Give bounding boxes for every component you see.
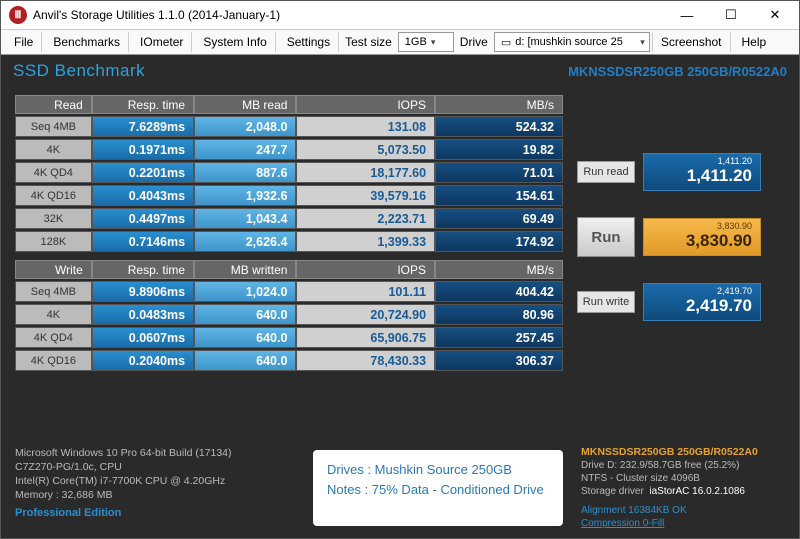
app-icon: Ⅲ: [9, 6, 27, 24]
read-table: Read Resp. time MB read IOPS MB/s Seq 4M…: [15, 93, 563, 254]
menu-screenshot[interactable]: Screenshot: [652, 32, 731, 52]
content: Read Resp. time MB read IOPS MB/s Seq 4M…: [1, 87, 799, 438]
table-row: 4K QD160.2040ms640.078,430.33306.37: [15, 350, 563, 371]
close-button[interactable]: ✕: [753, 2, 797, 28]
table-row: 4K0.0483ms640.020,724.9080.96: [15, 304, 563, 325]
write-score-big: 2,419.70: [652, 296, 752, 316]
disk-icon: ▭: [501, 36, 511, 49]
run-write-button[interactable]: Run write: [577, 291, 635, 313]
notes-text: Notes : 75% Data - Conditioned Drive: [327, 480, 549, 500]
menu-iometer[interactable]: IOmeter: [131, 32, 192, 52]
col-resp: Resp. time: [92, 260, 194, 279]
tables: Read Resp. time MB read IOPS MB/s Seq 4M…: [15, 93, 563, 373]
test-size-value: 1GB: [405, 36, 427, 48]
col-read: Read: [15, 95, 92, 114]
table-row: 4K0.1971ms247.75,073.5019.82: [15, 139, 563, 160]
drive-info: MKNSSDSR250GB 250GB/R0522A0 Drive D: 232…: [581, 446, 789, 530]
col-resp: Resp. time: [92, 95, 194, 114]
titlebar: Ⅲ Anvil's Storage Utilities 1.1.0 (2014-…: [1, 1, 799, 29]
mb-line: C7Z270-PG/1.0c, CPU: [15, 460, 295, 474]
drive-model: MKNSSDSR250GB 250GB/R0522A0: [581, 446, 789, 459]
read-score-small: 1,411.20: [652, 156, 752, 166]
col-write: Write: [15, 260, 92, 279]
page-title: SSD Benchmark: [13, 61, 145, 81]
table-row: 4K QD40.2201ms887.618,177.6071.01: [15, 162, 563, 183]
run-button[interactable]: Run: [577, 217, 635, 257]
alignment: Alignment 16384KB OK: [581, 504, 789, 517]
edition: Professional Edition: [15, 506, 295, 520]
compression-link[interactable]: Compression 0-Fill: [581, 517, 789, 530]
menu-settings[interactable]: Settings: [278, 32, 339, 52]
write-score: 2,419.70 2,419.70: [643, 283, 761, 321]
read-score: 1,411.20 1,411.20: [643, 153, 761, 191]
drive-label: Drive: [456, 35, 492, 49]
main-panel: SSD Benchmark MKNSSDSR250GB 250GB/R0522A…: [1, 55, 799, 538]
header: SSD Benchmark MKNSSDSR250GB 250GB/R0522A…: [1, 55, 799, 87]
system-info: Microsoft Windows 10 Pro 64-bit Build (1…: [15, 446, 295, 530]
total-score: 3,830.90 3,830.90: [643, 218, 761, 256]
total-score-small: 3,830.90: [652, 221, 752, 231]
menubar: File Benchmarks IOmeter System Info Sett…: [1, 29, 799, 55]
total-score-big: 3,830.90: [652, 231, 752, 251]
app-window: Ⅲ Anvil's Storage Utilities 1.1.0 (2014-…: [0, 0, 800, 539]
notes-box: Drives : Mushkin Source 250GB Notes : 75…: [313, 450, 563, 526]
col-mbread: MB read: [194, 95, 296, 114]
menu-help[interactable]: Help: [733, 32, 776, 52]
write-table: Write Resp. time MB written IOPS MB/s Se…: [15, 258, 563, 373]
table-row: Seq 4MB7.6289ms2,048.0131.08524.32: [15, 116, 563, 137]
menu-systeminfo[interactable]: System Info: [194, 32, 275, 52]
model-header: MKNSSDSR250GB 250GB/R0522A0: [568, 64, 787, 79]
side-panel: Run read 1,411.20 1,411.20 Run 3,830.90 …: [577, 117, 787, 321]
test-size-select[interactable]: 1GB ▾: [398, 32, 454, 52]
table-row: 4K QD40.0607ms640.065,906.75257.45: [15, 327, 563, 348]
chevron-down-icon: ▾: [640, 37, 645, 48]
maximize-button[interactable]: ☐: [709, 2, 753, 28]
table-row: Seq 4MB9.8906ms1,024.0101.11404.42: [15, 281, 563, 302]
window-controls: — ☐ ✕: [665, 2, 797, 28]
window-title: Anvil's Storage Utilities 1.1.0 (2014-Ja…: [33, 8, 665, 22]
drive-select[interactable]: ▭ d: [mushkin source 25 ▾: [494, 32, 650, 52]
drive-size: Drive D: 232.9/58.7GB free (25.2%): [581, 459, 789, 472]
cpu-line: Intel(R) Core(TM) i7-7700K CPU @ 4.20GHz: [15, 474, 295, 488]
drive-value: d: [mushkin source 25: [515, 36, 636, 48]
read-score-big: 1,411.20: [652, 166, 752, 186]
col-mbs: MB/s: [435, 260, 563, 279]
menu-benchmarks[interactable]: Benchmarks: [44, 32, 129, 52]
col-iops: IOPS: [296, 95, 435, 114]
drive-fs: NTFS - Cluster size 4096B: [581, 472, 789, 485]
col-mbwritten: MB written: [194, 260, 296, 279]
run-read-button[interactable]: Run read: [577, 161, 635, 183]
minimize-button[interactable]: —: [665, 2, 709, 28]
write-score-row: Run write 2,419.70 2,419.70: [577, 283, 787, 321]
mem-line: Memory : 32,686 MB: [15, 488, 295, 502]
table-row: 128K0.7146ms2,626.41,399.33174.92: [15, 231, 563, 252]
footer: Microsoft Windows 10 Pro 64-bit Build (1…: [1, 438, 799, 538]
table-row: 32K0.4497ms1,043.42,223.7169.49: [15, 208, 563, 229]
notes-drives: Drives : Mushkin Source 250GB: [327, 460, 549, 480]
total-score-row: Run 3,830.90 3,830.90: [577, 217, 787, 257]
chevron-down-icon: ▾: [431, 37, 436, 48]
read-score-row: Run read 1,411.20 1,411.20: [577, 153, 787, 191]
col-iops: IOPS: [296, 260, 435, 279]
table-row: 4K QD160.4043ms1,932.639,579.16154.61: [15, 185, 563, 206]
storage-driver-line: Storage driver iaStorAC 16.0.2.1086: [581, 485, 789, 498]
menu-file[interactable]: File: [5, 32, 42, 52]
col-mbs: MB/s: [435, 95, 563, 114]
os-line: Microsoft Windows 10 Pro 64-bit Build (1…: [15, 446, 295, 460]
test-size-label: Test size: [341, 35, 396, 49]
write-score-small: 2,419.70: [652, 286, 752, 296]
